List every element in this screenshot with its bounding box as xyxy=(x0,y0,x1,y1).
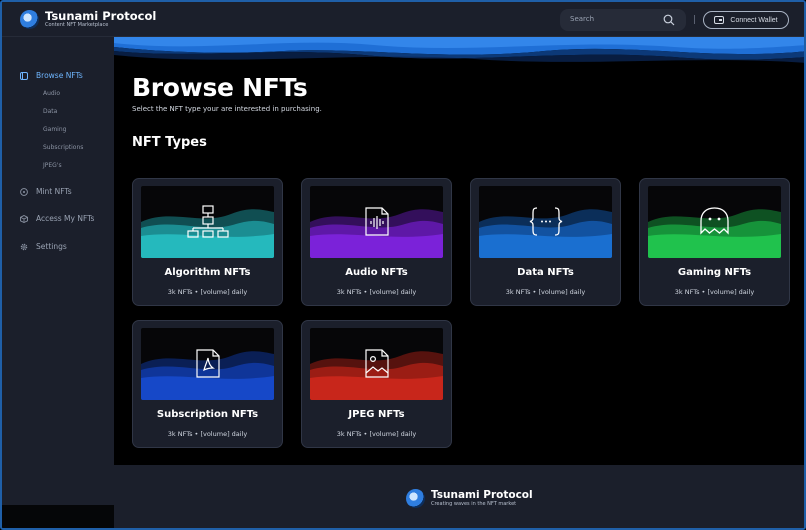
search-icon[interactable] xyxy=(663,14,675,26)
footer-brand-name: Tsunami Protocol xyxy=(431,488,533,501)
card-title: Algorithm NFTs xyxy=(164,267,251,278)
card-title: Data NFTs xyxy=(517,267,574,278)
card-meta: 3k NFTs • [volume] daily xyxy=(505,288,586,296)
card-meta: 3k NFTs • [volume] daily xyxy=(336,288,417,296)
nav-sub-jpegs[interactable]: JPEG's xyxy=(43,162,62,169)
top-bar: Tsunami Protocol Content NFT Marketplace… xyxy=(2,2,804,37)
nft-type-card-data[interactable]: Data NFTs 3k NFTs • [volume] daily xyxy=(470,178,621,306)
mint-icon xyxy=(20,187,28,196)
card-art xyxy=(479,186,612,258)
header-divider xyxy=(694,15,695,24)
nav-sub-data[interactable]: Data xyxy=(43,108,57,115)
main-content: Browse NFTs Select the NFT type your are… xyxy=(114,37,804,465)
card-meta: 3k NFTs • [volume] daily xyxy=(674,288,755,296)
nav-settings[interactable]: Settings xyxy=(20,242,67,251)
nav-settings-label: Settings xyxy=(36,242,67,251)
section-heading: NFT Types xyxy=(132,135,207,150)
brand-logo[interactable]: Tsunami Protocol Content NFT Marketplace xyxy=(20,10,156,29)
tsunami-logo-icon xyxy=(406,489,425,508)
card-art xyxy=(310,328,443,400)
card-title: Gaming NFTs xyxy=(677,267,752,278)
card-meta: 3k NFTs • [volume] daily xyxy=(167,288,248,296)
nav-sub-subscriptions[interactable]: Subscriptions xyxy=(43,144,83,151)
nav-sub-gaming[interactable]: Gaming xyxy=(43,126,66,133)
card-art xyxy=(141,186,274,258)
card-title: JPEG NFTs xyxy=(348,409,405,420)
nft-type-card-jpeg[interactable]: JPEG NFTs 3k NFTs • [volume] daily xyxy=(301,320,452,448)
card-meta: 3k NFTs • [volume] daily xyxy=(167,430,248,438)
browse-icon xyxy=(20,71,28,80)
page-title: Browse NFTs xyxy=(132,73,308,102)
nav-mint-nfts[interactable]: Mint NFTs xyxy=(20,187,72,196)
card-art xyxy=(648,186,781,258)
card-art xyxy=(310,186,443,258)
sidebar-bottom-spacer xyxy=(2,505,114,528)
wallet-icon xyxy=(714,16,725,24)
search-input[interactable]: Search xyxy=(560,9,686,31)
nft-type-card-audio[interactable]: Audio NFTs 3k NFTs • [volume] daily xyxy=(301,178,452,306)
page-subtitle: Select the NFT type your are interested … xyxy=(132,105,322,113)
brand-tagline: Content NFT Marketplace xyxy=(45,22,109,28)
card-title: Subscription NFTs xyxy=(156,409,259,420)
connect-wallet-button[interactable]: Connect Wallet xyxy=(703,11,789,29)
brand-name: Tsunami Protocol xyxy=(45,9,157,23)
sidebar: Browse NFTs Audio Data Gaming Subscripti… xyxy=(2,37,114,517)
search-placeholder: Search xyxy=(570,15,595,23)
hero-waves xyxy=(114,37,804,63)
nav-sub-audio[interactable]: Audio xyxy=(43,90,60,97)
nft-type-card-algorithm[interactable]: Algorithm NFTs 3k NFTs • [volume] daily xyxy=(132,178,283,306)
nav-browse-nfts[interactable]: Browse NFTs xyxy=(20,71,83,80)
footer-logo[interactable]: Tsunami Protocol Creating waves in the N… xyxy=(406,489,533,508)
card-title: Audio NFTs xyxy=(345,267,408,278)
nav-browse-label: Browse NFTs xyxy=(36,71,83,80)
gear-icon xyxy=(20,243,28,250)
nav-access-label: Access My NFTs xyxy=(36,214,95,223)
nft-type-card-gaming[interactable]: Gaming NFTs 3k NFTs • [volume] daily xyxy=(639,178,790,306)
app-window: Tsunami Protocol Content NFT Marketplace… xyxy=(0,0,806,530)
cube-icon xyxy=(20,214,28,223)
nav-access-my-nfts[interactable]: Access My NFTs xyxy=(20,214,94,223)
card-meta: 3k NFTs • [volume] daily xyxy=(336,430,417,438)
tsunami-logo-icon xyxy=(20,10,39,29)
nft-type-card-subscription[interactable]: Subscription NFTs 3k NFTs • [volume] dai… xyxy=(132,320,283,448)
nav-mint-label: Mint NFTs xyxy=(36,187,72,196)
footer-tagline: Creating waves in the NFT market xyxy=(431,500,517,507)
card-art xyxy=(141,328,274,400)
connect-wallet-label: Connect Wallet xyxy=(730,16,778,24)
footer: Tsunami Protocol Creating waves in the N… xyxy=(114,465,804,528)
